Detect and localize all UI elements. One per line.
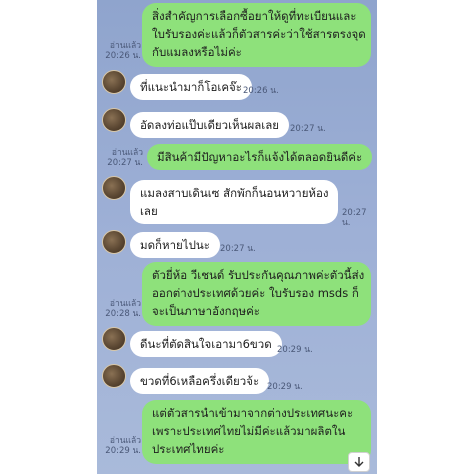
message-time: 20:27 น. [220,244,256,254]
message-bubble-outgoing[interactable]: มีสินค้ามีปัญหาอะไรก็แจ้งได้ตลอดยินดีค่ะ [147,144,373,170]
message-time: 20:26 น. [243,86,279,96]
contact-avatar[interactable] [102,364,126,388]
chat-screen: อ่านแล้ว 20:26 น. สิ่งสำคัญการเลือกซื้อยา… [97,0,377,474]
message-bubble-outgoing[interactable]: ตัวยี่ห้อ วีเชนด์ รับประกันคุณภาพค่ะตัวน… [142,262,371,326]
message-bubble-incoming[interactable]: ดีนะที่ตัดสินใจเอามา6ขวด [130,331,282,357]
arrow-down-icon [354,457,364,467]
contact-avatar[interactable] [102,327,126,351]
read-receipt: อ่านแล้ว 20:29 น. [105,436,141,456]
message-bubble-incoming[interactable]: ที่แนะนำมาก็โอเคจ๊ะ [130,74,252,100]
message-time: 20:27 น. [290,124,326,134]
read-receipt: อ่านแล้ว 20:26 น. [105,41,141,61]
contact-avatar[interactable] [102,176,126,200]
contact-avatar[interactable] [102,230,126,254]
message-bubble-outgoing[interactable]: สิ่งสำคัญการเลือกซื้อยาให้ดูที่ทะเบียนแล… [142,3,371,67]
message-bubble-incoming[interactable]: อัดลงท่อแป๊บเดียวเห็นผลเลย [130,112,290,138]
message-bubble-outgoing[interactable]: แต่ตัวสารนำเข้ามาจากต่างประเทศนะคะ เพราะ… [142,400,371,464]
message-bubble-incoming[interactable]: ขวดที่6เหลือครึ่งเดียวจ้ะ [130,368,270,394]
message-bubble-incoming[interactable]: มดก็หายไปนะ [130,232,220,258]
scroll-to-bottom-button[interactable] [348,452,370,472]
message-time: 20:29 น. [277,345,313,355]
contact-avatar[interactable] [102,70,126,94]
message-time: 20:27 น. [342,208,367,228]
message-bubble-incoming[interactable]: แมลงสาบเดินเซ สักพักก็นอนหวายห้อง เลย [130,180,338,224]
message-time: 20:29 น. [267,382,303,392]
read-receipt: อ่านแล้ว 20:27 น. [107,148,143,168]
read-receipt: อ่านแล้ว 20:28 น. [105,299,141,319]
contact-avatar[interactable] [102,108,126,132]
